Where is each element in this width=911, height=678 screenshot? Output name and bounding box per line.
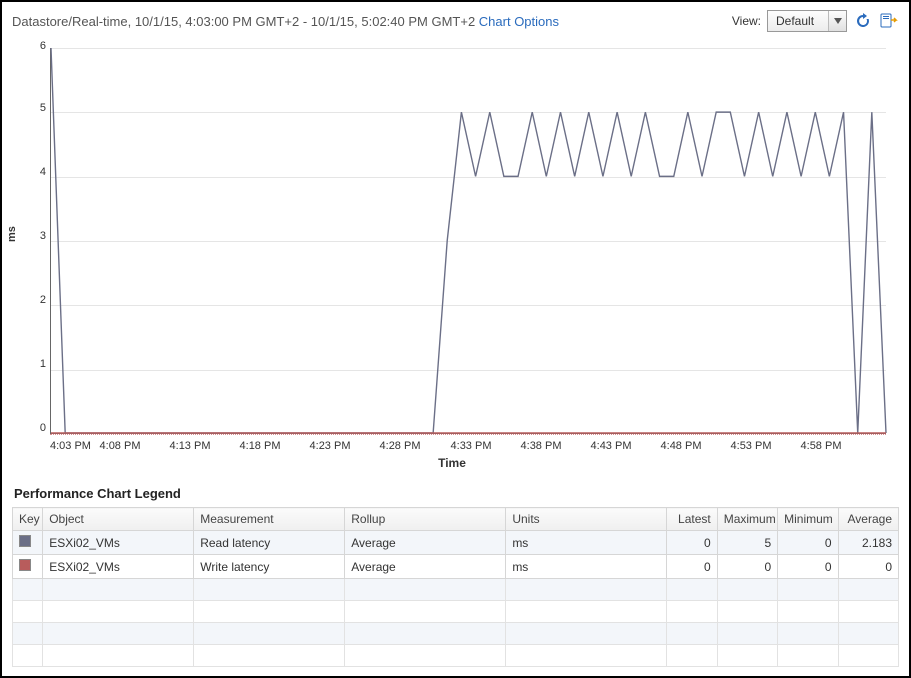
col-rollup[interactable]: Rollup xyxy=(345,508,506,531)
x-tick: 4:33 PM xyxy=(451,440,492,452)
legend-table: Key Object Measurement Rollup Units Late… xyxy=(12,507,899,667)
cell-minimum: 0 xyxy=(778,555,838,579)
y-axis-label: ms xyxy=(6,226,18,242)
col-measurement[interactable]: Measurement xyxy=(194,508,345,531)
y-tick: 3 xyxy=(28,230,46,242)
x-tick: 4:18 PM xyxy=(240,440,281,452)
col-key[interactable]: Key xyxy=(13,508,43,531)
cell-units: ms xyxy=(506,555,667,579)
x-axis-label: Time xyxy=(12,456,892,470)
table-row xyxy=(13,623,899,645)
chart-area: ms 0 1 2 3 4 5 6 4:03 PM 4:08 PM 4:13 PM… xyxy=(12,42,892,472)
cell-measurement: Read latency xyxy=(194,531,345,555)
table-row xyxy=(13,645,899,667)
col-maximum[interactable]: Maximum xyxy=(717,508,777,531)
y-tick: 4 xyxy=(28,166,46,178)
x-tick: 4:13 PM xyxy=(170,440,211,452)
cell-measurement: Write latency xyxy=(194,555,345,579)
legend-swatch xyxy=(13,531,43,555)
legend-header-row: Key Object Measurement Rollup Units Late… xyxy=(13,508,899,531)
chart-lines xyxy=(51,48,886,433)
col-latest[interactable]: Latest xyxy=(667,508,717,531)
legend-swatch xyxy=(13,555,43,579)
y-tick: 2 xyxy=(28,294,46,306)
x-tick: 4:53 PM xyxy=(731,440,772,452)
chevron-down-icon xyxy=(828,11,846,31)
chart-title: Datastore/Real-time, 10/1/15, 4:03:00 PM… xyxy=(12,14,475,29)
refresh-icon[interactable] xyxy=(853,11,873,31)
col-minimum[interactable]: Minimum xyxy=(778,508,838,531)
view-label: View: xyxy=(732,14,761,28)
performance-chart-panel: Datastore/Real-time, 10/1/15, 4:03:00 PM… xyxy=(0,0,911,678)
x-tick: 4:38 PM xyxy=(521,440,562,452)
x-tick: 4:58 PM xyxy=(801,440,842,452)
export-icon[interactable] xyxy=(879,11,899,31)
cell-rollup: Average xyxy=(345,555,506,579)
table-row[interactable]: ESXi02_VMsRead latencyAveragems0502.183 xyxy=(13,531,899,555)
zero-line xyxy=(50,434,886,435)
cell-rollup: Average xyxy=(345,531,506,555)
col-object[interactable]: Object xyxy=(43,508,194,531)
x-tick: 4:43 PM xyxy=(591,440,632,452)
y-tick: 1 xyxy=(28,358,46,370)
cell-average: 2.183 xyxy=(838,531,898,555)
table-row xyxy=(13,579,899,601)
view-controls: View: Default xyxy=(732,10,899,32)
x-tick: 4:48 PM xyxy=(661,440,702,452)
cell-maximum: 0 xyxy=(717,555,777,579)
plot-area xyxy=(50,48,886,434)
cell-latest: 0 xyxy=(667,531,717,555)
view-select-value: Default xyxy=(768,11,828,31)
x-tick: 4:23 PM xyxy=(310,440,351,452)
cell-object: ESXi02_VMs xyxy=(43,531,194,555)
x-tick: 4:28 PM xyxy=(380,440,421,452)
y-tick: 0 xyxy=(28,422,46,434)
col-average[interactable]: Average xyxy=(838,508,898,531)
x-tick: 4:03 PM xyxy=(50,440,91,452)
y-tick: 6 xyxy=(28,40,46,52)
legend-title: Performance Chart Legend xyxy=(14,486,899,501)
cell-average: 0 xyxy=(838,555,898,579)
table-row[interactable]: ESXi02_VMsWrite latencyAveragems0000 xyxy=(13,555,899,579)
view-select[interactable]: Default xyxy=(767,10,847,32)
cell-latest: 0 xyxy=(667,555,717,579)
cell-units: ms xyxy=(506,531,667,555)
table-row xyxy=(13,601,899,623)
cell-minimum: 0 xyxy=(778,531,838,555)
col-units[interactable]: Units xyxy=(506,508,667,531)
x-tick: 4:08 PM xyxy=(100,440,141,452)
header-row: Datastore/Real-time, 10/1/15, 4:03:00 PM… xyxy=(12,8,899,38)
y-tick: 5 xyxy=(28,102,46,114)
chart-options-link[interactable]: Chart Options xyxy=(479,14,559,29)
title-block: Datastore/Real-time, 10/1/15, 4:03:00 PM… xyxy=(12,14,559,29)
cell-object: ESXi02_VMs xyxy=(43,555,194,579)
cell-maximum: 5 xyxy=(717,531,777,555)
